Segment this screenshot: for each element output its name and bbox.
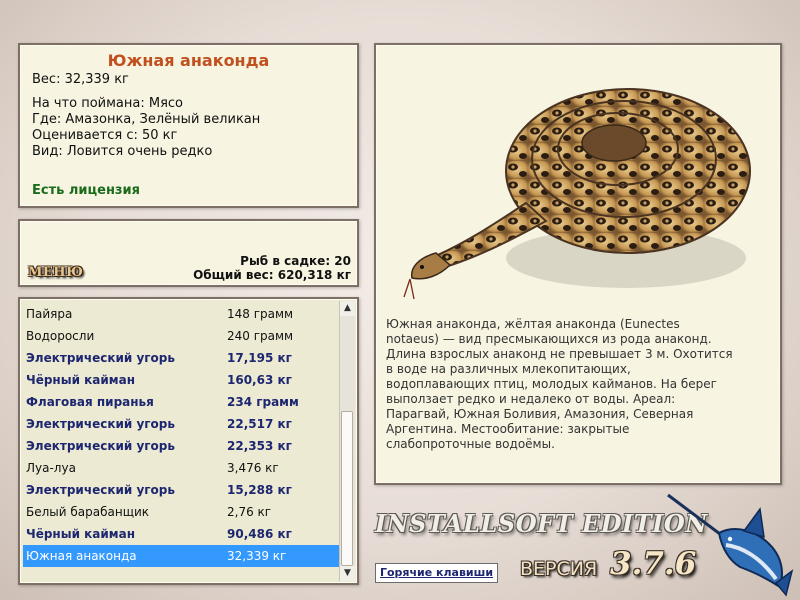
catch-row-name: Чёрный кайман [26,373,136,387]
description-line: notaeus) — вид пресмыкающихся из рода ан… [386,332,712,346]
cage-counts: Рыб в садке: 20 Общий вес: 620,318 кг [193,254,351,282]
catch-row[interactable]: Луа-луа 3,476 кг [23,457,341,479]
catch-row[interactable]: Электрический угорь 17,195 кг [23,347,341,369]
catch-row[interactable]: Белый барабанщик 2,76 кг [23,501,341,523]
catch-list[interactable]: Пайяра 148 грамм Водоросли 240 грамм Электри… [18,297,359,585]
catch-row[interactable]: Водоросли 240 грамм [23,325,341,347]
marlin-fish-icon [667,493,794,597]
hotkeys-link[interactable]: Горячие клавиши [375,563,498,583]
description-line: водоплавающих птиц, молодых кайманов. На… [386,377,717,391]
cage-stats-panel: МЕНЮ Рыб в садке: 20 Общий вес: 620,318 … [18,219,359,287]
catch-row-name: Водоросли [26,329,95,343]
anaconda-picture [403,88,751,300]
catch-row-weight: 32,339 кг [227,549,287,563]
catch-row-name: Луа-луа [26,461,76,475]
catch-row-name: Пайяра [26,307,73,321]
catch-row[interactable]: Южная анаконда 32,339 кг [23,545,341,567]
fish-details: На что поймана: Мясо Где: Амазонка, Зелё… [32,96,260,160]
catch-row-weight: 22,353 кг [227,439,292,453]
catch-row-name: Электрический угорь [26,417,175,431]
scrollbar-thumb[interactable] [341,411,353,566]
catch-row-weight: 240 грамм [227,329,294,343]
chevron-up-icon[interactable]: ▲ [340,301,355,316]
catch-row-name: Белый барабанщик [26,505,150,519]
catch-row-weight: 148 грамм [227,307,294,321]
version-label: ВЕРСИЯ [520,558,598,580]
catch-row-name: Электрический угорь [26,483,175,497]
description-line: Длина взрослых анаконд не превышает 3 м.… [386,347,733,361]
catch-row-weight: 160,63 кг [227,373,292,387]
catch-row-weight: 234 грамм [227,395,299,409]
detail-location: Где: Амазонка, Зелёный великан [32,112,261,127]
catch-row-name: Чёрный кайман [26,527,136,541]
description-line: слабопроточные водоёмы. [386,437,555,451]
detail-bait: На что поймана: Мясо [32,96,184,111]
catch-rows: Пайяра 148 грамм Водоросли 240 грамм Электри… [23,303,341,567]
catch-row[interactable]: Чёрный кайман 160,63 кг [23,369,341,391]
catch-row-weight: 17,195 кг [227,351,292,365]
description-line: Парагвай, Южная Боливия, Амазония, Север… [386,407,694,421]
license-status: Есть лицензия [32,183,140,198]
description-line: в воде на различных млекопитающих, [386,362,631,376]
description-line: выползает редко и недалеко от воды. Ареа… [386,392,676,406]
catch-row-weight: 3,476 кг [227,461,279,475]
fish-description-panel: Южная анаконда, жёлтая анаконда (Eunecte… [374,43,782,485]
detail-rarity: Вид: Ловится очень редко [32,144,213,159]
fish-in-cage-count: Рыб в садке: 20 [240,254,351,268]
total-weight: Общий вес: 620,318 кг [193,268,351,282]
catch-row-weight: 22,517 кг [227,417,292,431]
catch-row-weight: 90,486 кг [227,527,292,541]
catch-row[interactable]: Пайяра 148 грамм [23,303,341,325]
catch-row[interactable]: Электрический угорь 15,288 кг [23,479,341,501]
catch-row[interactable]: Флаговая пиранья 234 грамм [23,391,341,413]
catch-row[interactable]: Чёрный кайман 90,486 кг [23,523,341,545]
fish-title: Южная анаконда [107,51,270,70]
description-line: Южная анаконда, жёлтая анаконда (Eunecte… [386,317,680,331]
fish-weight: Вес: 32,339 кг [32,72,129,87]
catch-row-name: Электрический угорь [26,351,175,365]
catch-row-weight: 2,76 кг [227,505,272,519]
catch-list-scrollbar[interactable]: ▲ ▼ [339,301,355,581]
catch-row-name: Южная анаконда [26,549,137,563]
catch-row-name: Электрический угорь [26,439,175,453]
catch-row[interactable]: Электрический угорь 22,517 кг [23,413,341,435]
menu-button[interactable]: МЕНЮ [28,265,83,280]
catch-row[interactable]: Электрический угорь 22,353 кг [23,435,341,457]
detail-value: Оценивается с: 50 кг [32,128,178,143]
catch-row-weight: 15,288 кг [227,483,292,497]
edition-brand: INSTALLSOFT EDITION [375,509,708,538]
description-line: Аргентина. Местообитание: закрытые [386,422,630,436]
catch-row-name: Флаговая пиранья [26,395,154,409]
chevron-down-icon[interactable]: ▼ [340,566,355,581]
fish-description: Южная анаконда, жёлтая анаконда (Eunecte… [386,317,756,452]
catch-info-panel: Южная анаконда Вес: 32,339 кг На что пой… [18,43,359,208]
